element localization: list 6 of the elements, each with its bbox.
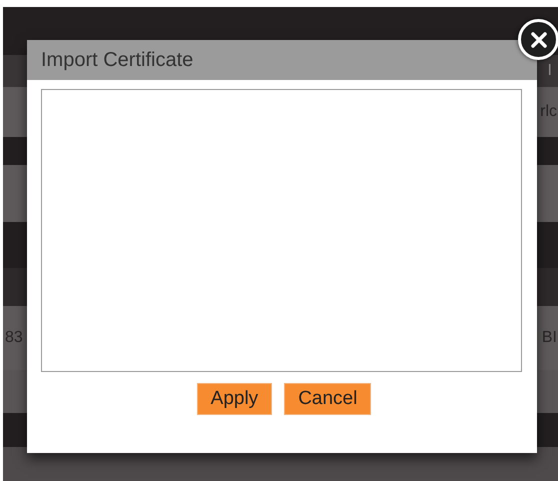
dialog-title: Import Certificate (41, 48, 194, 73)
close-icon (530, 32, 546, 48)
dialog-button[interactable]: Cancel (284, 383, 372, 415)
column-header: I (548, 61, 552, 81)
dialog-button[interactable]: Apply (196, 383, 272, 415)
certificate-text-field[interactable] (41, 89, 522, 372)
